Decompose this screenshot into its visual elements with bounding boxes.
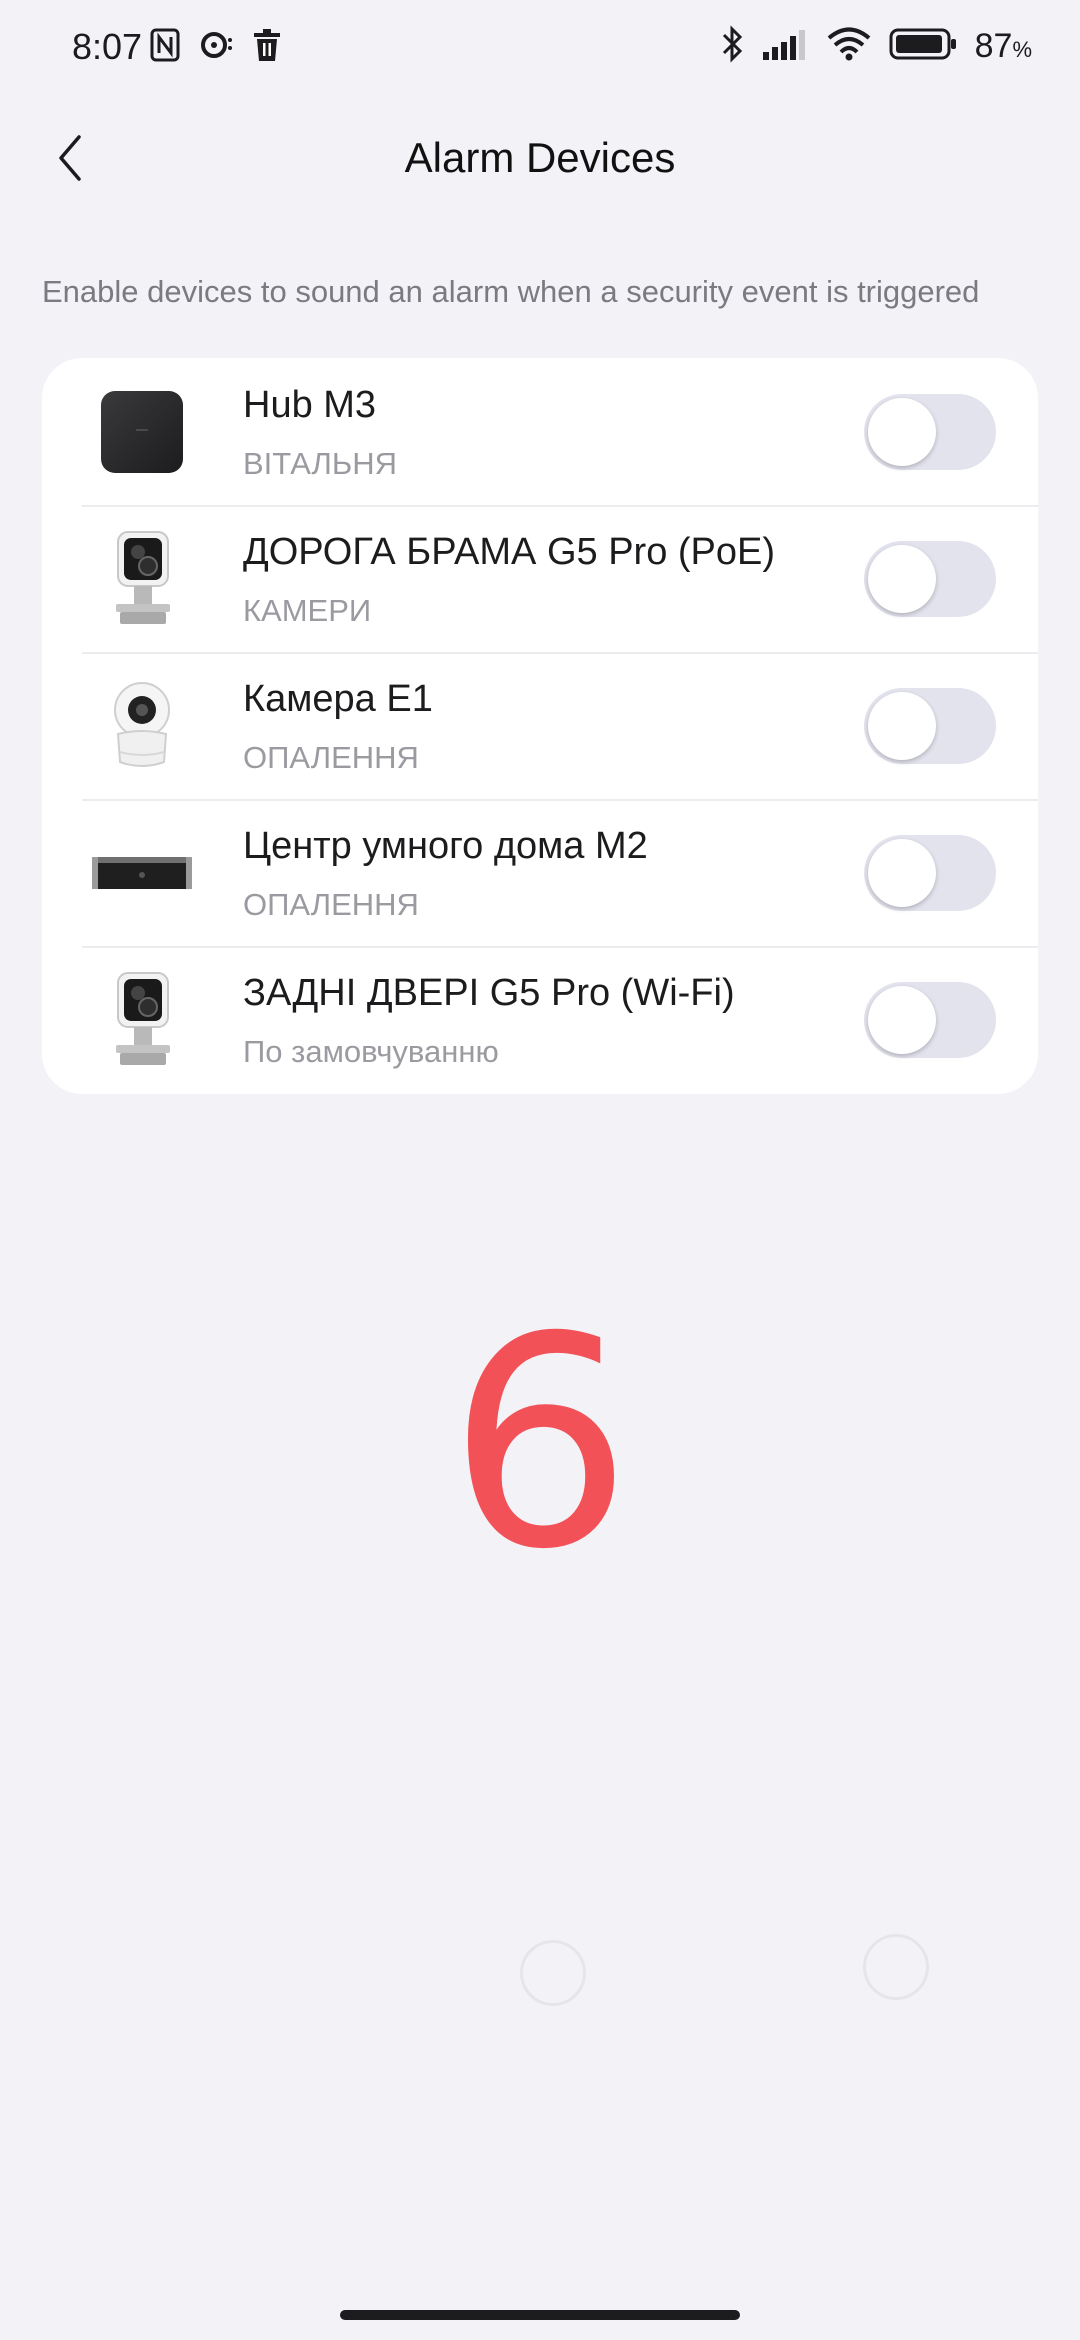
dome-camera-icon — [82, 676, 202, 776]
device-room: ОПАЛЕННЯ — [243, 740, 419, 775]
device-room: КАМЕРИ — [243, 593, 372, 628]
device-name: ЗАДНІ ДВЕРІ G5 Pro (Wi-Fi) — [243, 972, 735, 1014]
ghost-circle — [863, 1934, 929, 2000]
camera-icon — [82, 529, 202, 629]
status-time: 8:07 — [72, 26, 143, 67]
toggle-knob — [868, 692, 936, 760]
toggle-knob — [868, 398, 936, 466]
status-right: 87% — [721, 24, 1032, 69]
device-row: ДОРОГА БРАМА G5 Pro (PoE) КАМЕРИ — [42, 505, 1038, 652]
hub-m2-icon — [82, 823, 202, 923]
toggle-knob — [868, 839, 936, 907]
alarm-toggle[interactable] — [864, 541, 996, 617]
device-row: Hub M3 ВІТАЛЬНЯ — [42, 358, 1038, 505]
trash-icon — [254, 29, 280, 66]
page-description: Enable devices to sound an alarm when a … — [42, 274, 980, 309]
device-name: ДОРОГА БРАМА G5 Pro (PoE) — [243, 531, 776, 573]
device-row: ЗАДНІ ДВЕРІ G5 Pro (Wi-Fi) По замовчуван… — [42, 946, 1038, 1093]
device-room: ОПАЛЕННЯ — [243, 887, 419, 922]
device-list: Hub M3 ВІТАЛЬНЯ ДОРОГА БРАМА G5 Pro (PoE… — [42, 358, 1038, 1094]
device-name: Центр умного дома M2 — [243, 825, 648, 867]
device-room: ВІТАЛЬНЯ — [243, 446, 398, 481]
device-row: Камера E1 ОПАЛЕННЯ — [42, 652, 1038, 799]
alarm-toggle[interactable] — [864, 982, 996, 1058]
status-left-icons — [150, 28, 280, 67]
device-row: Центр умного дома M2 ОПАЛЕННЯ — [42, 799, 1038, 946]
toggle-knob — [868, 986, 936, 1054]
device-room: По замовчуванню — [243, 1034, 499, 1069]
battery-icon — [889, 28, 957, 65]
camera-icon — [82, 970, 202, 1070]
nfc-icon — [150, 28, 180, 67]
home-indicator[interactable] — [340, 2310, 740, 2320]
status-bar: 8:07 87% — [0, 0, 1080, 100]
header: Alarm Devices — [0, 110, 1080, 210]
bluetooth-icon — [721, 24, 745, 69]
page-title: Alarm Devices — [404, 134, 676, 181]
toggle-knob — [868, 545, 936, 613]
hub-icon — [82, 382, 202, 482]
media-icon — [200, 30, 234, 65]
battery-value: 87 — [974, 27, 1013, 65]
alarm-toggle[interactable] — [864, 394, 996, 470]
device-name: Камера E1 — [243, 678, 433, 720]
overlay-number: 6 — [447, 1276, 633, 1613]
alarm-toggle[interactable] — [864, 835, 996, 911]
alarm-toggle[interactable] — [864, 688, 996, 764]
device-name: Hub M3 — [243, 384, 377, 426]
signal-icon — [762, 28, 809, 65]
battery-percentage: 87% — [975, 27, 1032, 66]
ghost-circle — [520, 1940, 586, 2006]
wifi-icon — [827, 27, 871, 66]
battery-unit: % — [1012, 37, 1032, 62]
